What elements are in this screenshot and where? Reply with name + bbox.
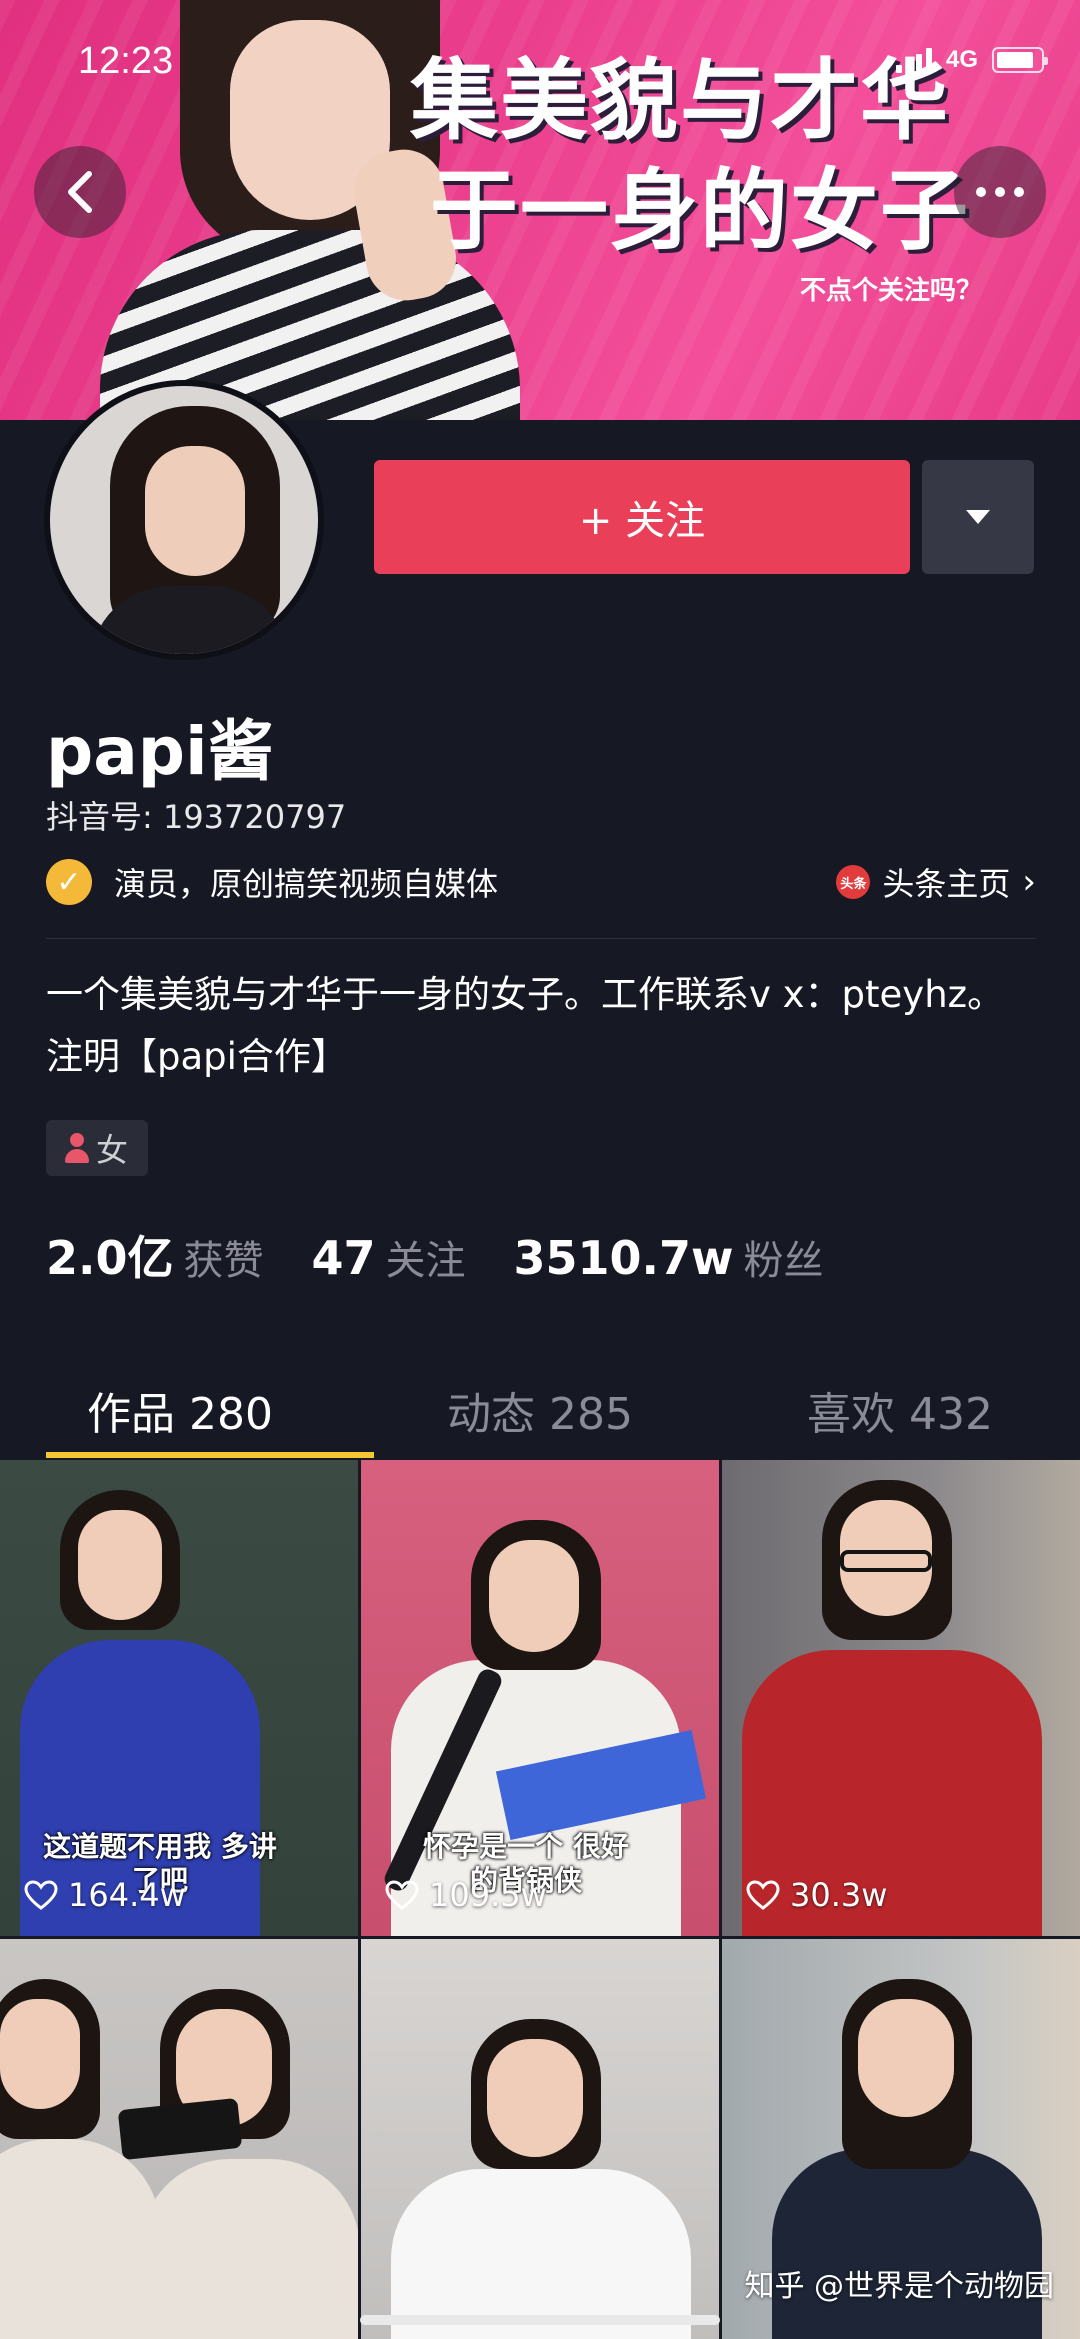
follow-button[interactable]: + 关注 [374,460,910,574]
video-likes-count: 109.5w [429,1876,547,1914]
video-likes: 109.5w [385,1876,547,1914]
signal-icon [895,47,932,73]
tab-moments[interactable]: 动态 285 [360,1360,720,1460]
banner-slogan-line1: 集美貌与才华 [410,49,951,152]
female-user-icon [62,1131,90,1165]
back-button[interactable] [34,146,126,238]
banner-slogan-line2: 于一身的女子 [430,159,971,262]
toutiao-icon: 头条 [836,865,871,899]
active-tab-indicator [46,1452,374,1458]
chevron-right-icon: › [1022,862,1036,902]
verification-text: 演员，原创搞笑视频自媒体 [114,865,499,903]
heart-icon [746,1880,780,1910]
status-time: 12:23 [78,40,174,82]
divider [46,938,1036,939]
video-likes-count: 30.3w [790,1876,888,1914]
toutiao-label: 头条主页 [882,865,1011,903]
gender-tag: 女 [46,1120,149,1176]
recommend-dropdown-button[interactable] [922,460,1034,574]
douyin-id: 抖音号: 193720797 [46,798,347,836]
battery-icon [992,47,1048,73]
verification-row: ✓ 演员，原创搞笑视频自媒体 头条 头条主页 › [46,858,1036,906]
likes-count: 2.0亿 [46,1231,174,1285]
bio-text: 一个集美貌与才华于一身的女子。工作联系v x：pteyhz。注明【papi合作】 [46,973,1005,1078]
video-grid: 这道题不用我 多讲了吧 164.4w 怀孕是一个 很好的背锅侠 109.5w 3… [0,1460,1080,2339]
video-likes: 164.4w [24,1876,186,1914]
following-label[interactable]: 关注 [386,1228,466,1286]
following-count[interactable]: 47 [312,1231,376,1285]
glasses [840,1550,932,1572]
likes-label: 获赞 [183,1238,264,1284]
video-thumbnail[interactable] [361,1939,719,2339]
home-indicator[interactable] [360,2315,720,2325]
gender-label: 女 [96,1131,129,1169]
stats-row: 2.0亿 获赞 47 关注 3510.7w 粉丝 [46,1222,872,1288]
triangle-down-icon [966,510,990,524]
video-thumbnail[interactable]: 30.3w [722,1460,1080,1936]
video-likes-count: 164.4w [68,1876,186,1914]
tab-works[interactable]: 作品 280 [0,1360,360,1460]
verified-check-icon: ✓ [46,859,92,905]
heart-icon [385,1880,419,1910]
tab-likes[interactable]: 喜欢 432 [720,1360,1080,1460]
profile-tabs: 作品 280 动态 285 喜欢 432 [0,1360,1080,1460]
watermark: 知乎 @世界是个动物园 [744,2269,1054,2304]
followers-count[interactable]: 3510.7w [514,1231,734,1285]
network-type: 4G [945,46,978,73]
followers-label[interactable]: 粉丝 [744,1228,824,1286]
video-thumbnail[interactable] [0,1939,358,2339]
status-indicators: 4G [895,46,1048,74]
more-dots-icon [976,187,1024,197]
more-button[interactable] [954,146,1046,238]
video-thumbnail[interactable]: 怀孕是一个 很好的背锅侠 109.5w [361,1460,719,1936]
phone [117,2097,243,2161]
toutiao-homepage-link[interactable]: 头条 头条主页 › [836,859,1036,905]
username: papi酱 [46,713,274,790]
video-likes: 30.3w [746,1876,887,1914]
avatar[interactable] [44,380,324,660]
heart-icon [24,1880,58,1910]
chevron-left-icon [68,171,92,213]
video-thumbnail[interactable]: 这道题不用我 多讲了吧 164.4w [0,1460,358,1936]
banner-slogan-small: 不点个关注吗？ [800,276,983,306]
